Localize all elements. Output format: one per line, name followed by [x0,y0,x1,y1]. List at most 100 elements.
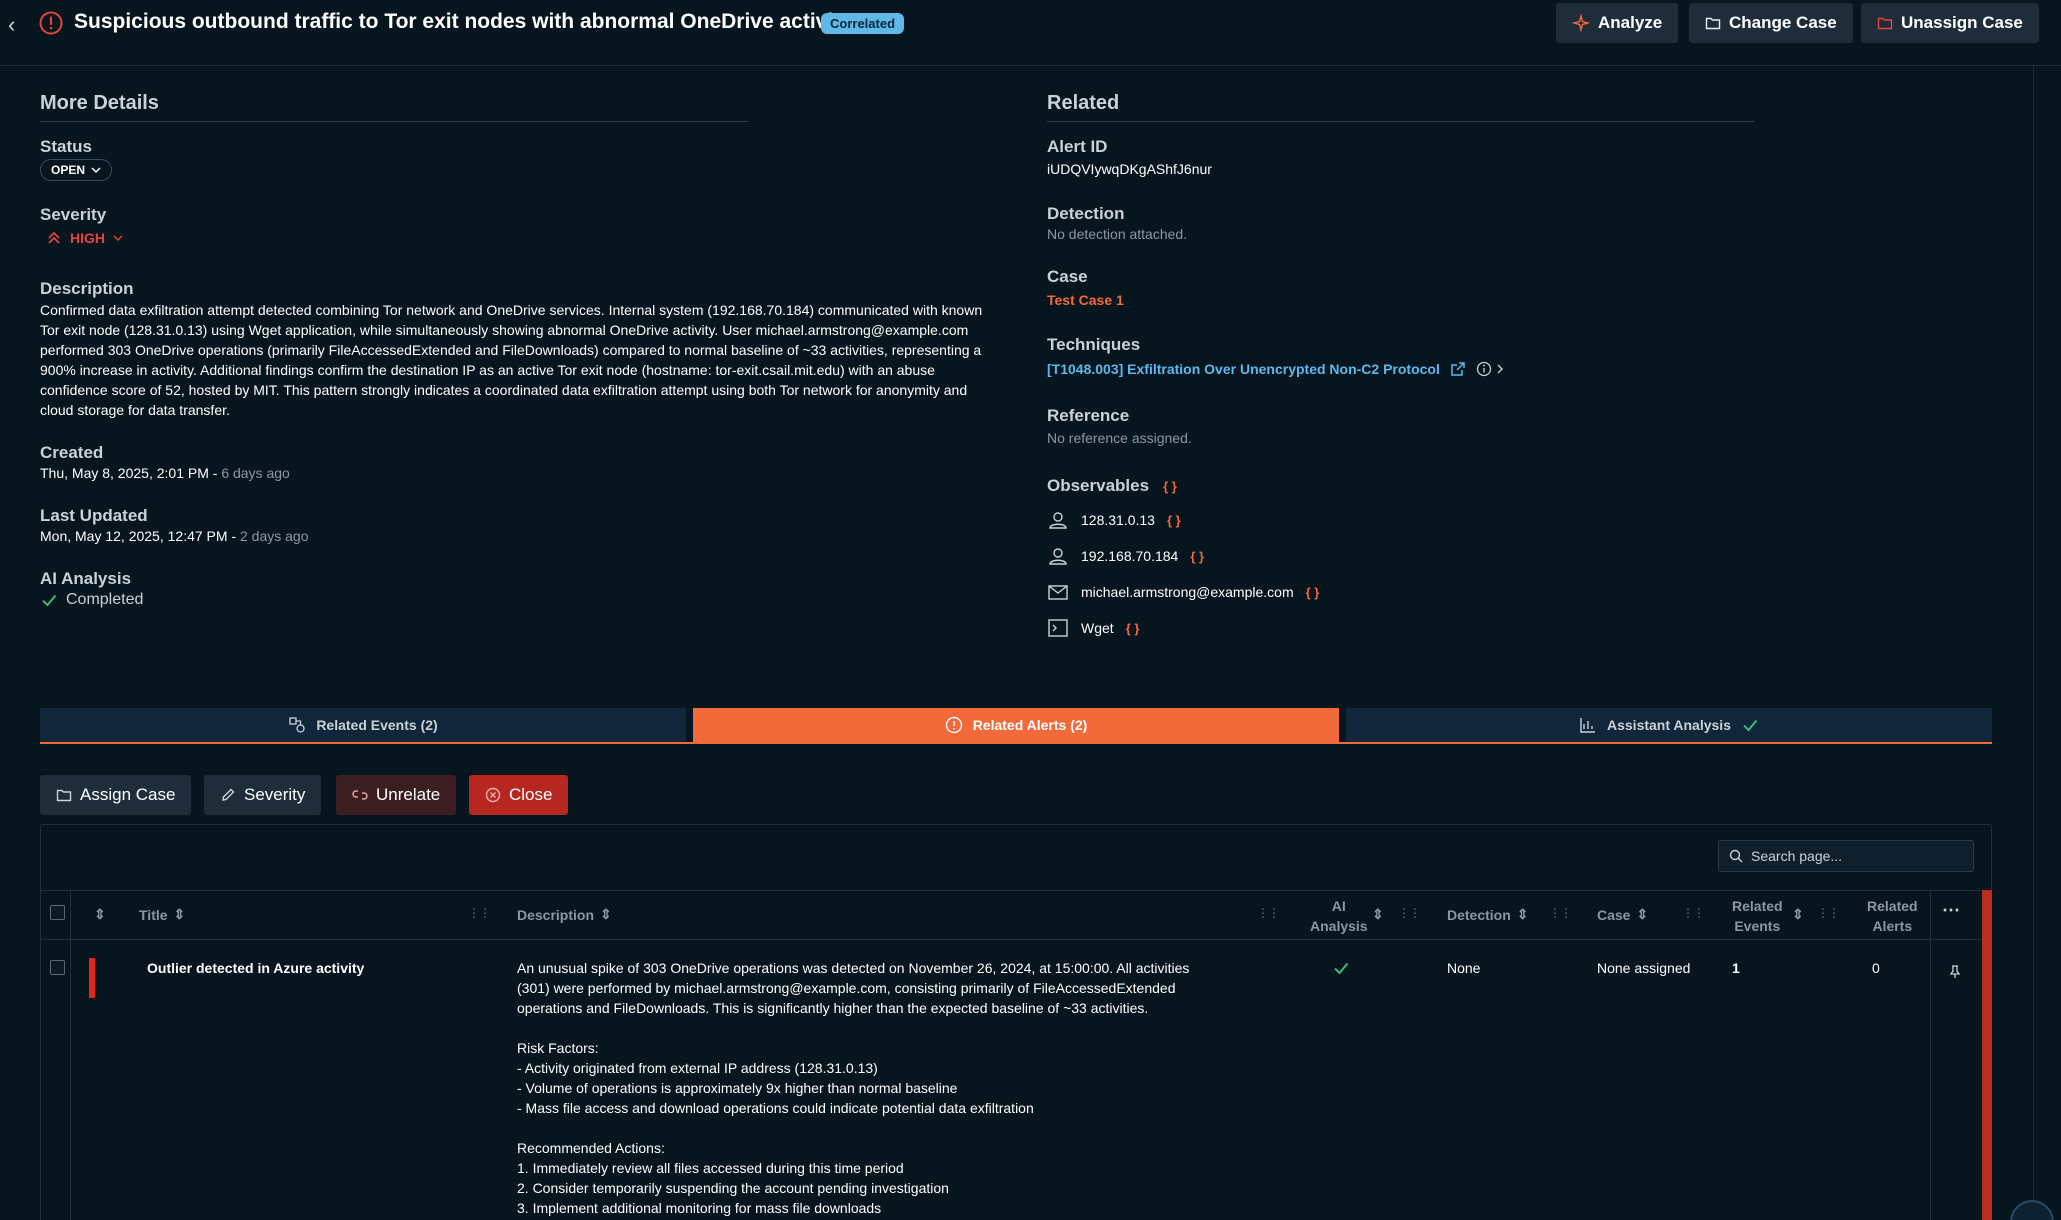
row-description: An unusual spike of 303 OneDrive operati… [517,958,1277,1218]
column-header-detection[interactable]: Detection ⇕ [1447,906,1529,923]
column-header-case[interactable]: Case ⇕ [1597,906,1648,923]
sort-icon[interactable]: ⇕ [94,906,106,923]
close-label: Close [509,785,553,804]
case-link[interactable]: Test Case 1 [1047,292,1124,308]
severity-label: Severity [40,205,107,224]
detection-value: No detection attached. [1047,226,1188,242]
search-placeholder: Search page... [1751,848,1843,864]
case-label: Case [1047,267,1088,286]
row-description-line: - Mass file access and download operatio… [517,1100,1034,1116]
severity-indicator [89,958,95,998]
assign-case-button[interactable]: Assign Case [40,775,192,815]
back-chevron-icon[interactable]: ‹ [8,12,15,38]
unrelate-label: Unrelate [376,785,441,804]
terminal-icon [1047,617,1069,639]
description-label: Description [40,279,134,298]
ai-analysis-value: Completed [66,591,144,608]
mail-icon [1047,581,1069,603]
created-ago: 6 days ago [221,465,290,481]
external-link-icon[interactable] [1450,361,1466,377]
severity-button[interactable]: Severity [204,775,322,815]
created-date: Thu, May 8, 2025, 2:01 PM - 6 days ago [40,465,290,481]
braces-icon[interactable]: { } [1306,585,1320,600]
change-case-button[interactable]: Change Case [1689,3,1853,43]
select-all-checkbox[interactable] [50,905,65,920]
row-description-line: 3. Implement additional monitoring for m… [517,1200,882,1216]
status-dropdown[interactable]: OPEN [40,159,113,181]
column-drag-handle-icon[interactable]: ⋮⋮ [1398,906,1421,920]
column-header-description[interactable]: Description ⇕ [517,906,612,923]
analyze-label: Analyze [1598,13,1663,32]
techniques-label: Techniques [1047,335,1141,354]
column-divider [70,890,71,1220]
page-title: Suspicious outbound traffic to Tor exit … [74,10,852,33]
braces-icon[interactable]: { } [1167,513,1181,528]
observable-value: 192.168.70.184 [1081,548,1179,564]
row-related-alerts: 0 [1872,960,1880,976]
column-drag-handle-icon[interactable]: ⋮⋮ [468,906,491,920]
column-header-related-events[interactable]: Related Events [1732,896,1783,936]
row-description-line [517,1118,1277,1138]
unlink-icon [352,790,368,800]
sort-icon[interactable]: ⇕ [1372,906,1384,923]
column-drag-handle-icon[interactable]: ⋮⋮ [1817,906,1840,920]
tab-assistant-analysis[interactable]: Assistant Analysis [1346,708,1992,742]
braces-icon[interactable]: { } [1126,621,1140,636]
observable-item: Wget { } [1047,617,1139,639]
alert-description: Confirmed data exfiltration attempt dete… [40,302,983,418]
pin-icon[interactable] [1948,964,1962,980]
user-icon [1047,545,1069,567]
row-title-link[interactable]: Outlier detected in Azure activity [147,960,364,976]
row-checkbox[interactable] [50,960,65,975]
tab-related-alerts[interactable]: Related Alerts (2) [693,708,1339,742]
alert-circle-icon [39,11,63,35]
braces-icon[interactable]: { } [1190,549,1204,564]
column-header-title[interactable]: Title ⇕ [139,906,185,923]
row-description-line: - Activity originated from external IP a… [517,1060,878,1076]
info-icon[interactable] [1476,361,1506,377]
alert-id-value: iUDQVIywqDKgAShfJ6nur [1047,161,1212,177]
technique-link[interactable]: [T1048.003] Exfiltration Over Unencrypte… [1047,361,1440,377]
row-related-events[interactable]: 1 [1732,960,1740,976]
last-updated-date: Mon, May 12, 2025, 12:47 PM - 2 days ago [40,528,309,544]
row-description-line: Recommended Actions: [517,1140,665,1156]
braces-icon[interactable]: { } [1163,479,1177,494]
unrelate-button[interactable]: Unrelate [336,775,457,815]
column-drag-handle-icon[interactable]: ⋮⋮ [1549,906,1572,920]
observable-value: 128.31.0.13 [1081,512,1155,528]
reference-value: No reference assigned. [1047,430,1192,446]
search-input[interactable]: Search page... [1718,840,1974,872]
observable-value: michael.armstrong@example.com [1081,584,1294,600]
sort-icon[interactable]: ⇕ [1792,906,1804,923]
vertical-scrollbar[interactable] [1982,890,1992,1220]
folder-remove-icon [1877,17,1893,30]
tab-assistant-analysis-label: Assistant Analysis [1607,717,1731,733]
assign-case-label: Assign Case [80,785,176,804]
updated-ago: 2 days ago [240,528,309,544]
user-icon [1047,509,1069,531]
events-icon [289,717,305,733]
column-header-ai-analysis[interactable]: AI Analysis [1310,896,1368,936]
folder-icon [1705,17,1721,30]
tab-related-events-label: Related Events (2) [316,717,438,733]
more-options-icon[interactable]: ⋯ [1942,900,1960,921]
technique-row: [T1048.003] Exfiltration Over Unencrypte… [1047,361,1506,377]
status-value: OPEN [51,163,86,177]
tab-related-events[interactable]: Related Events (2) [40,708,686,742]
column-drag-handle-icon[interactable]: ⋮⋮ [1257,906,1280,920]
analyze-button[interactable]: Analyze [1556,3,1679,43]
more-details-heading: More Details [40,92,748,122]
close-button[interactable]: Close [469,775,569,815]
unassign-case-label: Unassign Case [1901,13,2023,32]
column-header-related-alerts[interactable]: Related Alerts [1867,896,1918,936]
severity-dropdown[interactable]: HIGH [46,230,123,246]
header-bar: ‹ Suspicious outbound traffic to Tor exi… [0,0,2061,66]
sparkle-icon [1572,14,1590,32]
row-description-line: Risk Factors: [517,1040,599,1056]
unassign-case-button[interactable]: Unassign Case [1861,3,2039,43]
search-icon [1729,849,1743,863]
pencil-icon [222,788,235,801]
detection-label: Detection [1047,204,1125,223]
column-drag-handle-icon[interactable]: ⋮⋮ [1682,906,1705,920]
chevron-down-icon [113,235,123,242]
